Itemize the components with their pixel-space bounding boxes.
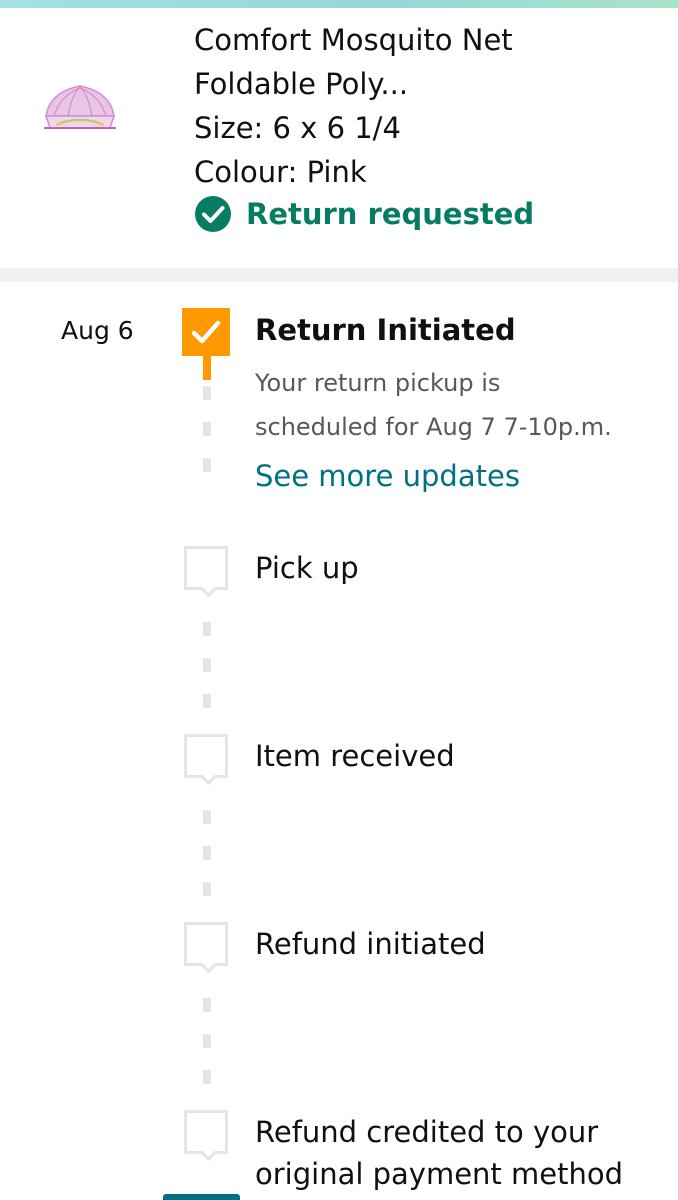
top-accent-bar xyxy=(0,0,678,8)
return-status: Return requested xyxy=(194,194,534,234)
connector-dash xyxy=(203,810,211,824)
step-title-pick-up: Pick up xyxy=(255,551,359,585)
mosquito-net-image xyxy=(44,85,116,129)
step-checkbox-pending xyxy=(184,922,228,966)
connector-dash xyxy=(203,422,211,436)
connector-dash xyxy=(203,658,211,672)
connector-dash xyxy=(203,882,211,896)
step-title-item-received: Item received xyxy=(255,739,455,773)
step-description-line1: Your return pickup is xyxy=(255,369,501,397)
step-description-line2: scheduled for Aug 7 7-10p.m. xyxy=(255,413,612,441)
product-summary[interactable]: Comfort Mosquito Net Foldable Poly... Si… xyxy=(0,8,678,268)
connector-dash xyxy=(203,622,211,636)
bottom-tab-indicator xyxy=(163,1194,240,1200)
check-circle-icon xyxy=(195,196,231,232)
section-divider xyxy=(0,268,678,282)
checkmark-icon xyxy=(191,320,221,344)
step-title-refund-initiated: Refund initiated xyxy=(255,927,486,961)
product-size: Size: 6 x 6 1/4 xyxy=(194,111,401,145)
step-date: Aug 6 xyxy=(61,316,134,345)
step-title-refund-credited-line2: original payment method xyxy=(255,1157,624,1191)
step-checkbox-pending xyxy=(184,1110,228,1154)
connector-dash xyxy=(203,694,211,708)
product-colour: Colour: Pink xyxy=(194,155,367,189)
product-name-line2[interactable]: Foldable Poly... xyxy=(194,64,408,104)
connector-dash xyxy=(203,458,211,472)
see-more-updates-link[interactable]: See more updates xyxy=(255,456,520,496)
connector-dash xyxy=(203,998,211,1012)
step-checkbox-pending xyxy=(184,734,228,778)
connector-dash xyxy=(203,1070,211,1084)
return-status-text: Return requested xyxy=(246,197,535,231)
progress-connector-active xyxy=(203,354,211,380)
product-thumbnail[interactable] xyxy=(40,70,120,146)
step-title-return-initiated: Return Initiated xyxy=(255,313,516,347)
step-checkbox-completed xyxy=(182,308,230,356)
product-name-line1[interactable]: Comfort Mosquito Net xyxy=(194,20,513,60)
step-title-refund-credited-line1: Refund credited to your xyxy=(255,1115,599,1149)
connector-dash xyxy=(203,386,211,400)
connector-dash xyxy=(203,846,211,860)
connector-dash xyxy=(203,1034,211,1048)
step-checkbox-pending xyxy=(184,546,228,590)
